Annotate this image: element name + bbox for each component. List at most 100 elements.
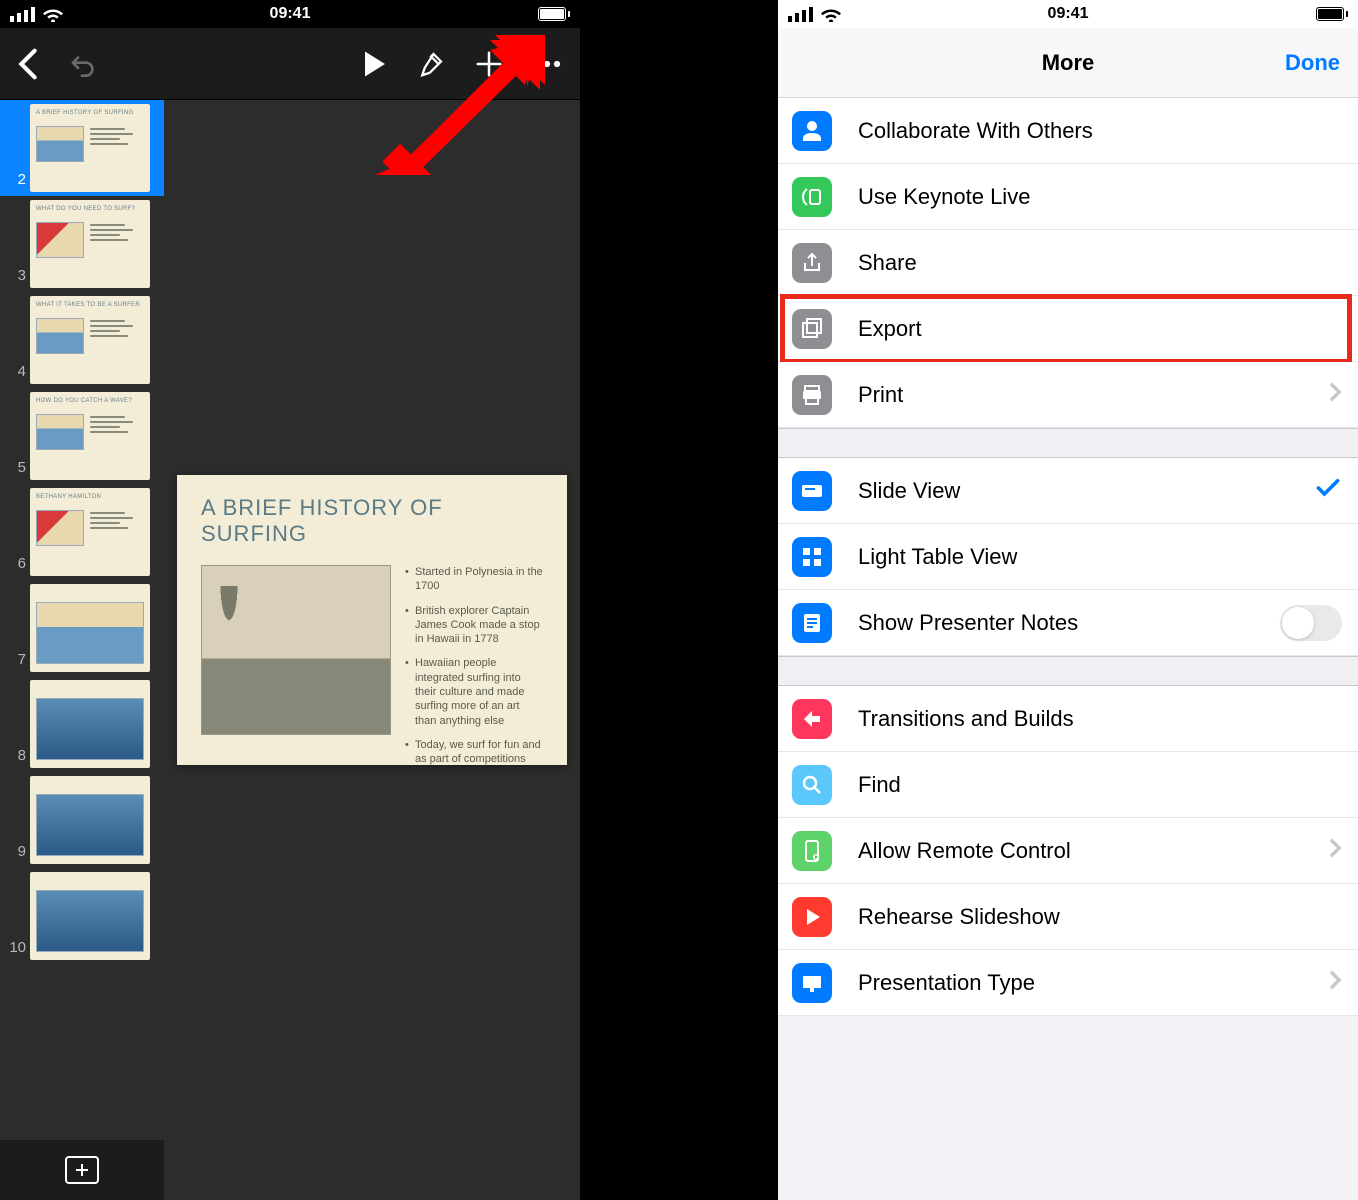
slide-bullet: British explorer Captain James Cook made…	[405, 604, 543, 647]
menu-item-label: Collaborate With Others	[858, 118, 1358, 144]
menu-item-label: Share	[858, 250, 1358, 276]
back-button[interactable]	[18, 47, 38, 81]
toggle-switch[interactable]	[1280, 605, 1342, 641]
cellular-icon	[10, 7, 35, 22]
menu-item-label: Light Table View	[858, 544, 1358, 570]
play-button[interactable]	[362, 49, 388, 79]
thumb-preview	[30, 680, 150, 768]
menu-item-label: Export	[858, 316, 1358, 342]
format-brush-button[interactable]	[416, 49, 446, 79]
thumb-preview: A BRIEF HISTORY OF SURFING	[30, 104, 150, 192]
menu-item-play[interactable]: Rehearse Slideshow	[778, 884, 1358, 950]
slide-thumbnail[interactable]: 5HOW DO YOU CATCH A WAVE?	[0, 388, 164, 484]
add-slide-button[interactable]	[65, 1156, 99, 1184]
slide-bullets: Started in Polynesia in the 1700 British …	[405, 565, 543, 777]
slide-thumbnail[interactable]: 6BETHANY HAMILTON	[0, 484, 164, 580]
thumb-preview	[30, 584, 150, 672]
section-separator	[778, 428, 1358, 458]
slide-title: A BRIEF HISTORY OF SURFING	[201, 495, 543, 547]
thumb-preview: WHAT IT TAKES TO BE A SURFER	[30, 296, 150, 384]
slide-canvas[interactable]: A BRIEF HISTORY OF SURFING Started in Po…	[164, 100, 580, 1140]
editor-toolbar	[0, 28, 580, 100]
done-button[interactable]: Done	[1285, 50, 1340, 76]
menu-item-slide[interactable]: Slide View	[778, 458, 1358, 524]
slide-thumbnails[interactable]: 2A BRIEF HISTORY OF SURFING3WHAT DO YOU …	[0, 100, 164, 1140]
status-time: 09:41	[1048, 5, 1089, 23]
play-icon	[792, 897, 832, 937]
more-menu-screen: 09:41 More Done Collaborate With Others U…	[778, 0, 1358, 1200]
battery-icon	[538, 7, 570, 21]
thumb-number: 6	[8, 555, 26, 576]
thumb-number: 8	[8, 747, 26, 768]
thumb-number: 9	[8, 843, 26, 864]
chevron-right-icon	[1328, 381, 1342, 408]
menu-item-export[interactable]: Export	[778, 296, 1358, 362]
thumb-number: 2	[8, 171, 26, 192]
cellular-icon	[788, 7, 813, 22]
slide-image	[201, 565, 391, 735]
slide-thumbnail[interactable]: 10	[0, 868, 164, 964]
menu-item-share[interactable]: Share	[778, 230, 1358, 296]
slide-icon	[792, 471, 832, 511]
wifi-icon	[821, 6, 841, 22]
find-icon	[792, 765, 832, 805]
status-bar: 09:41	[0, 0, 580, 28]
ptype-icon	[792, 963, 832, 1003]
print-icon	[792, 375, 832, 415]
menu-item-grid[interactable]: Light Table View	[778, 524, 1358, 590]
menu-item-label: Use Keynote Live	[858, 184, 1358, 210]
slide-thumbnail[interactable]: 7	[0, 580, 164, 676]
slide-thumbnail[interactable]: 8	[0, 676, 164, 772]
current-slide: A BRIEF HISTORY OF SURFING Started in Po…	[177, 475, 567, 765]
live-icon	[792, 177, 832, 217]
trans-icon	[792, 699, 832, 739]
wifi-icon	[43, 6, 63, 22]
battery-icon	[1316, 7, 1348, 21]
menu-item-label: Show Presenter Notes	[858, 610, 1280, 636]
menu-item-person[interactable]: Collaborate With Others	[778, 98, 1358, 164]
thumb-preview: WHAT DO YOU NEED TO SURF?	[30, 200, 150, 288]
add-button[interactable]	[474, 49, 504, 79]
thumb-number: 10	[8, 939, 26, 960]
more-menu-list: Collaborate With Others Use Keynote Live S…	[778, 98, 1358, 1016]
thumb-number: 3	[8, 267, 26, 288]
person-icon	[792, 111, 832, 151]
menu-item-label: Transitions and Builds	[858, 706, 1358, 732]
menu-item-live[interactable]: Use Keynote Live	[778, 164, 1358, 230]
slide-thumbnail[interactable]: 4WHAT IT TAKES TO BE A SURFER	[0, 292, 164, 388]
menu-item-trans[interactable]: Transitions and Builds	[778, 686, 1358, 752]
thumb-preview	[30, 776, 150, 864]
thumb-preview: BETHANY HAMILTON	[30, 488, 150, 576]
menu-item-remote[interactable]: Allow Remote Control	[778, 818, 1358, 884]
slide-thumbnail[interactable]: 9	[0, 772, 164, 868]
menu-item-print[interactable]: Print	[778, 362, 1358, 428]
keynote-editor-screen: 09:41	[0, 0, 580, 1200]
menu-item-ptype[interactable]: Presentation Type	[778, 950, 1358, 1016]
slide-bullet: Started in Polynesia in the 1700	[405, 565, 543, 594]
menu-item-label: Slide View	[858, 478, 1316, 504]
menu-item-find[interactable]: Find	[778, 752, 1358, 818]
more-button[interactable]	[532, 60, 562, 68]
notes-icon	[792, 603, 832, 643]
status-bar: 09:41	[778, 0, 1358, 28]
status-time: 09:41	[270, 5, 311, 23]
menu-item-notes[interactable]: Show Presenter Notes	[778, 590, 1358, 656]
thumb-number: 4	[8, 363, 26, 384]
menu-item-label: Find	[858, 772, 1358, 798]
menu-item-label: Rehearse Slideshow	[858, 904, 1358, 930]
checkmark-icon	[1316, 478, 1340, 503]
thumb-preview: HOW DO YOU CATCH A WAVE?	[30, 392, 150, 480]
chevron-right-icon	[1328, 969, 1342, 996]
slide-thumbnail[interactable]: 3WHAT DO YOU NEED TO SURF?	[0, 196, 164, 292]
chevron-right-icon	[1328, 837, 1342, 864]
menu-item-label: Print	[858, 382, 1328, 408]
slide-thumbnail[interactable]: 2A BRIEF HISTORY OF SURFING	[0, 100, 164, 196]
export-icon	[792, 309, 832, 349]
menu-item-label: Allow Remote Control	[858, 838, 1328, 864]
remote-icon	[792, 831, 832, 871]
undo-button[interactable]	[66, 51, 98, 77]
nav-title: More	[1042, 50, 1095, 76]
section-separator	[778, 656, 1358, 686]
slide-bullet: Today, we surf for fun and as part of co…	[405, 738, 543, 767]
thumb-number: 7	[8, 651, 26, 672]
